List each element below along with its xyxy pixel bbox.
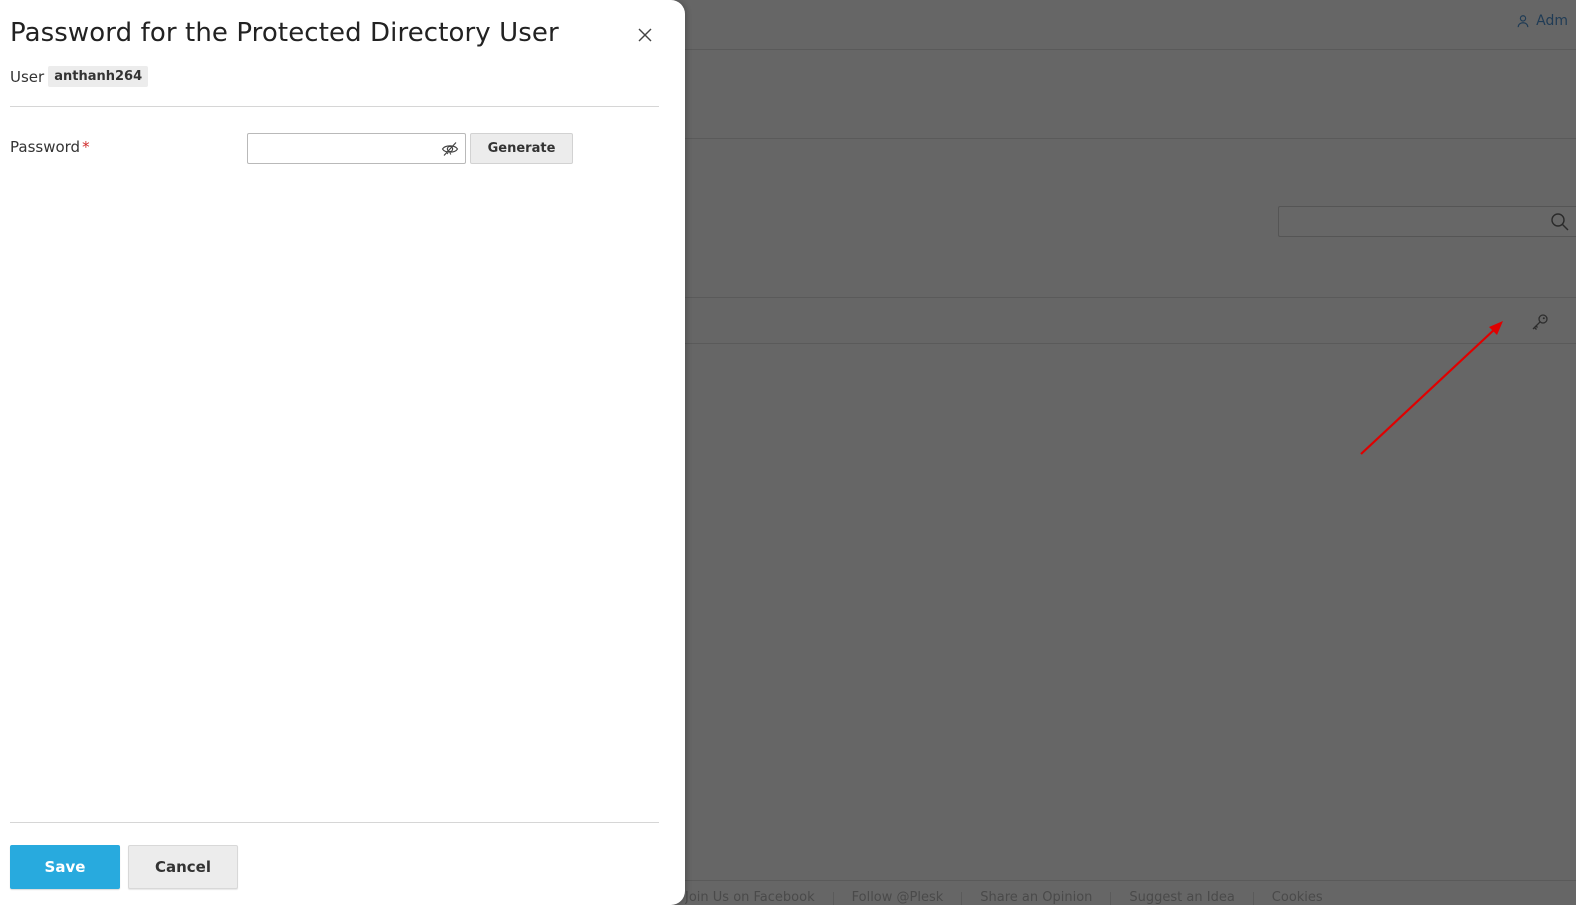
user-icon [1517,15,1529,28]
search-input[interactable] [1278,206,1576,237]
footer-link-follow[interactable]: Follow @Plesk [852,881,944,905]
password-dialog: Password for the Protected Directory Use… [0,0,685,905]
footer-link-cookies[interactable]: Cookies [1272,881,1323,905]
footer-link-opinion[interactable]: Share an Opinion [980,881,1092,905]
account-label: Adm [1536,13,1568,29]
footer-separator [832,892,834,905]
user-label: User [10,67,45,86]
password-label: Password * [10,138,90,156]
close-icon [638,28,652,42]
password-input[interactable] [248,134,465,163]
password-label-text: Password [10,138,81,156]
footer-link-idea[interactable]: Suggest an Idea [1129,881,1234,905]
user-row: User anthanh264 [10,66,149,87]
footer-separator [1110,892,1112,905]
search-icon [1551,213,1569,231]
eye-off-icon[interactable] [441,140,459,158]
footer-separator [961,892,963,905]
password-field [247,133,466,164]
annotation-arrow [1360,321,1503,455]
footer-separator [1252,892,1254,905]
generate-button[interactable]: Generate [470,133,573,164]
footer-link-facebook[interactable]: Join Us on Facebook [685,881,815,905]
save-button[interactable]: Save [10,845,120,889]
footer-divider [10,822,659,823]
account-menu[interactable]: Adm [1516,13,1568,29]
header-divider [10,106,659,107]
close-button[interactable] [634,24,656,46]
key-icon[interactable] [1530,312,1550,332]
dialog-title: Password for the Protected Directory Use… [10,18,559,48]
cancel-button[interactable]: Cancel [128,845,238,889]
page-footer: Join Us on Facebook Follow @Plesk Share … [685,880,1576,905]
header-divider [685,138,1576,139]
top-bar: Adm [685,0,1576,50]
user-name-badge: anthanh264 [48,66,149,87]
required-marker: * [82,138,90,156]
